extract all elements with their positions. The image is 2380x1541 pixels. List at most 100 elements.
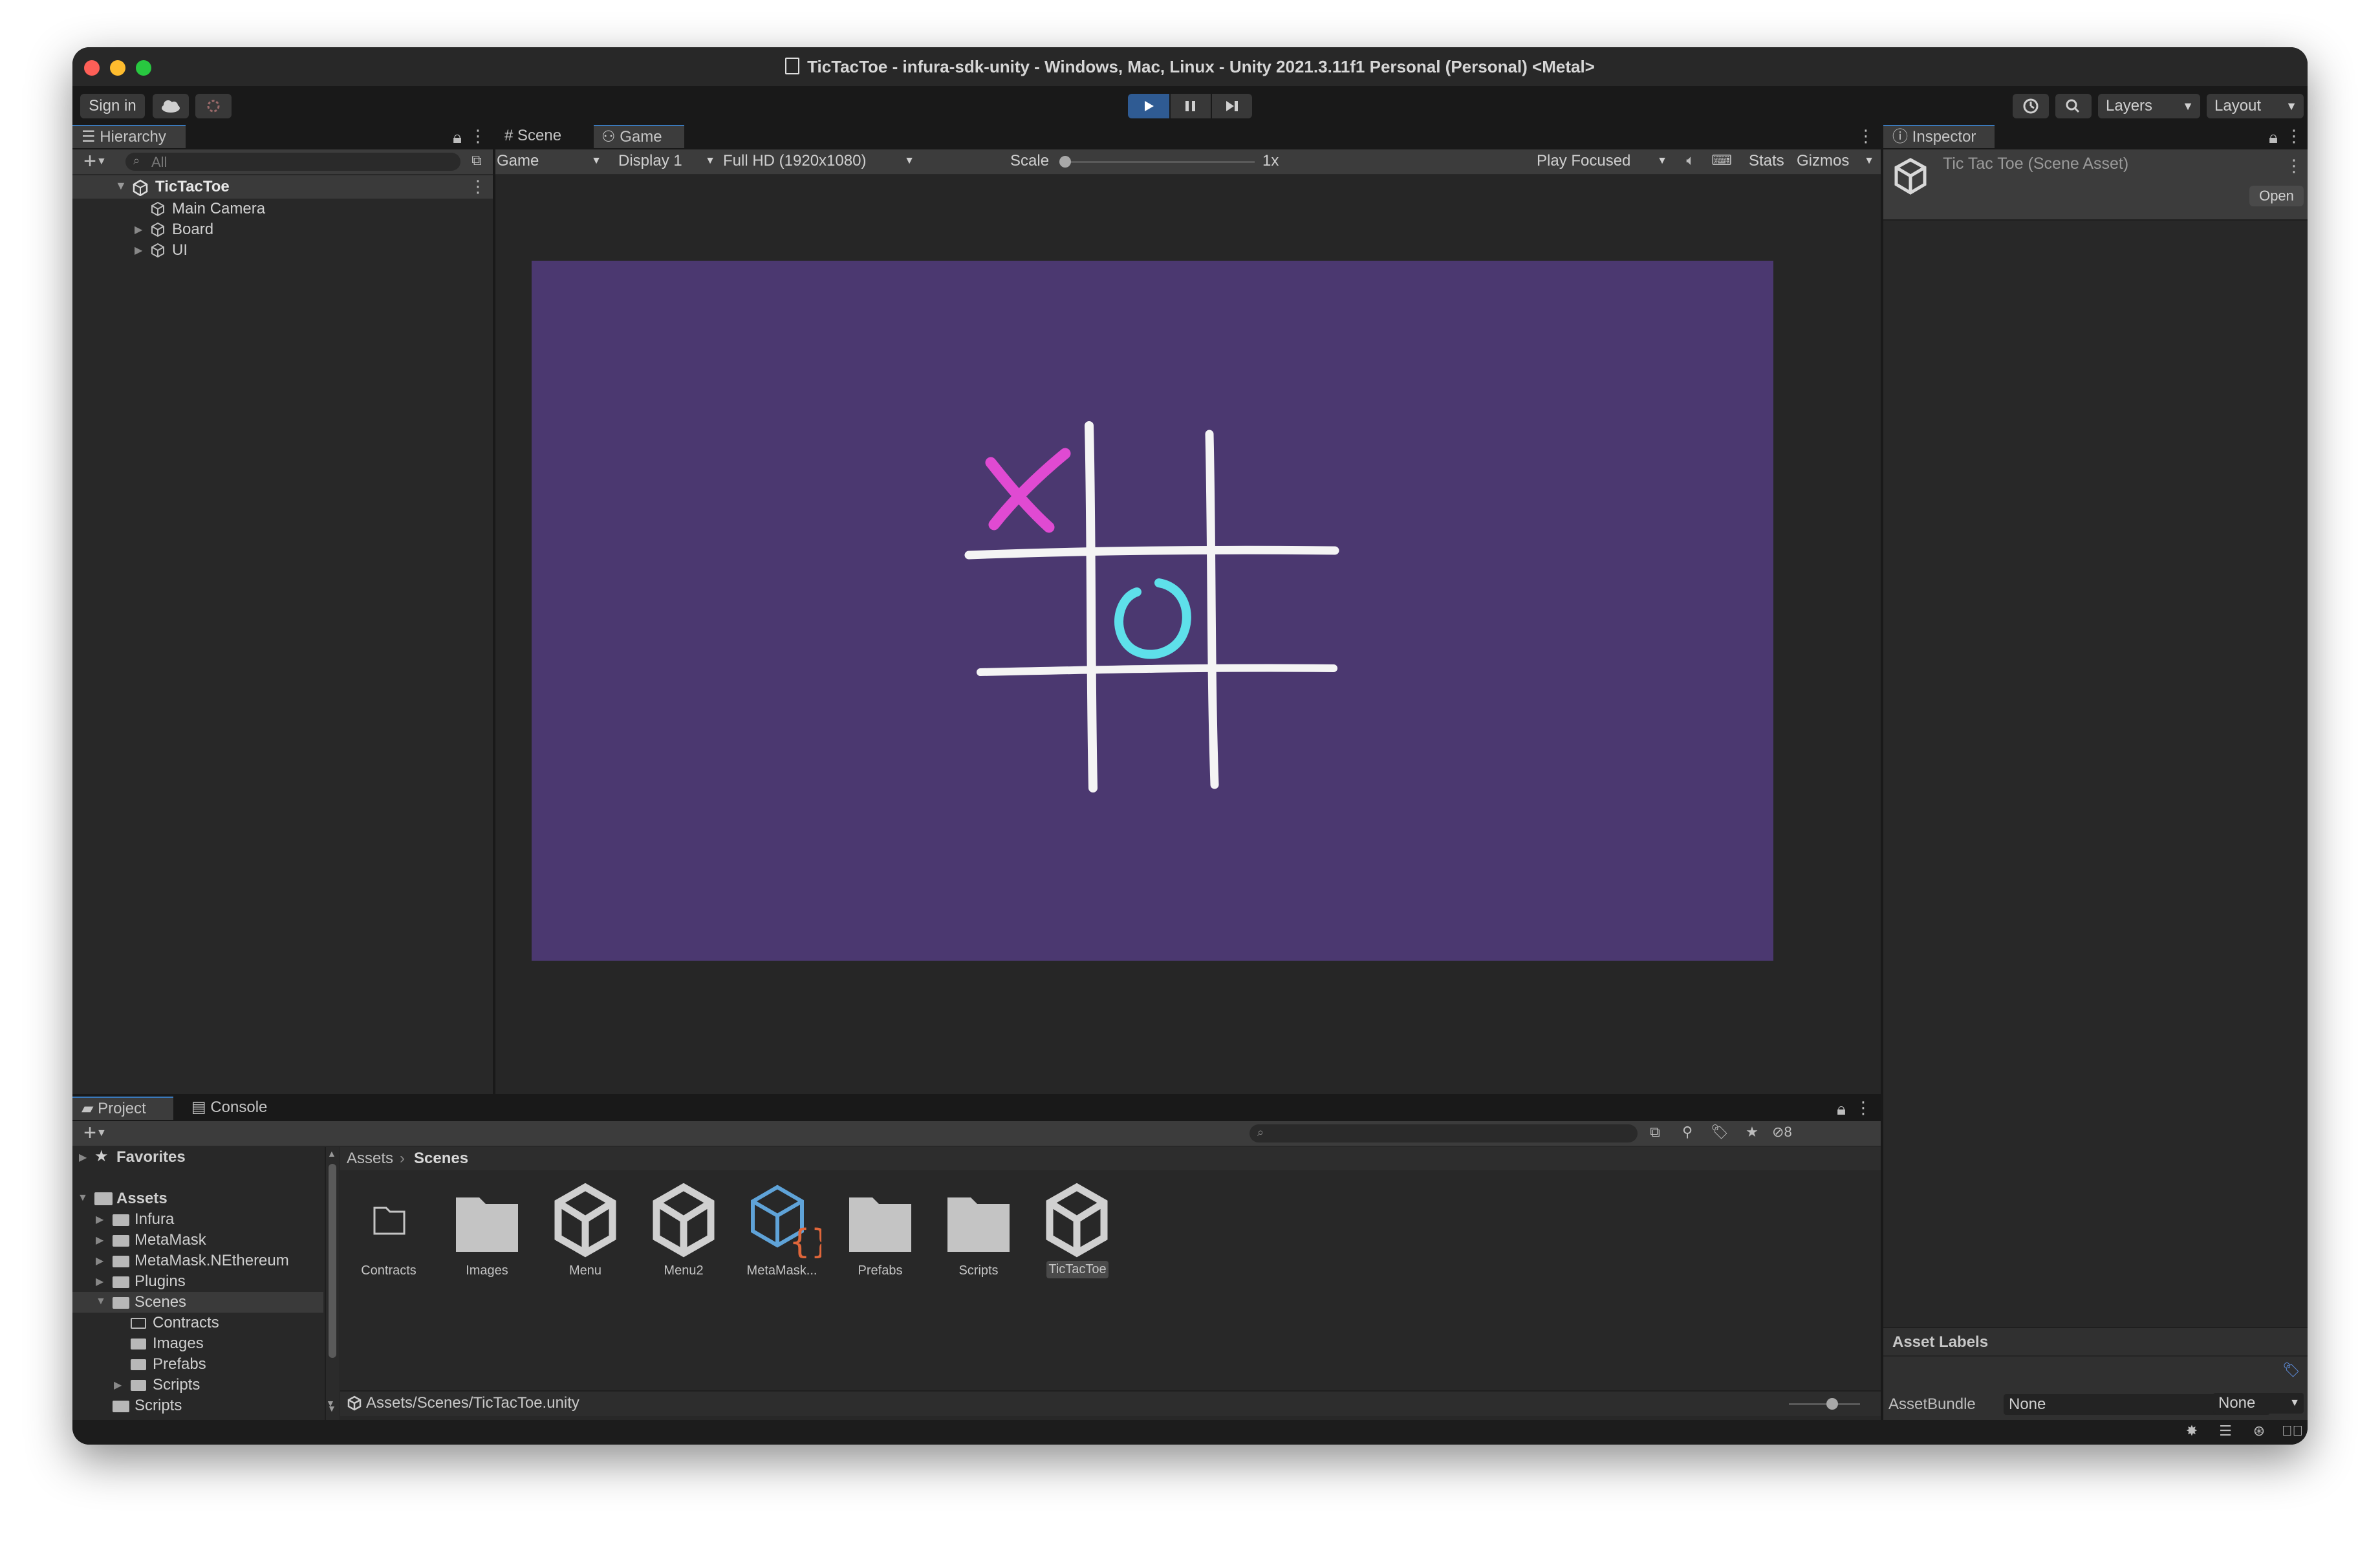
progress-icon[interactable]: ⊛ [2249, 1423, 2269, 1439]
more-menu-icon[interactable]: ⋮ [468, 177, 488, 197]
asset-title: Tic Tac Toe (Scene Asset) [1943, 155, 2129, 173]
hierarchy-item-board[interactable]: ▶ Board [72, 219, 493, 240]
scale-slider[interactable] [1063, 161, 1255, 163]
keyboard-icon[interactable]: ⌨︎ [1710, 152, 1733, 169]
hierarchy-item-label: Main Camera [172, 200, 266, 217]
gizmos-dropdown[interactable]: Gizmos ▼ [1797, 151, 1878, 171]
hierarchy-item-ui[interactable]: ▶ UI [72, 240, 493, 261]
hidden-packages-toggle[interactable]: ⊘8 [1772, 1124, 1811, 1143]
history-button[interactable] [2013, 94, 2049, 118]
asset-menu2[interactable]: Menu2 [635, 1183, 732, 1300]
lock-icon[interactable]: 🔒︎ [1832, 1099, 1851, 1120]
collab-button[interactable] [195, 94, 232, 118]
game-toolbar: Game ▼ Display 1 ▼ Full HD (1920x1080) ▼ Sc… [495, 149, 1881, 174]
lock-icon[interactable]: 🔒︎ [448, 127, 467, 148]
game-mode-dropdown[interactable]: Game ▼ [497, 151, 608, 171]
tab-inspector[interactable]: ⓘ Inspector [1883, 125, 1995, 148]
unity-scene-icon [653, 1183, 715, 1258]
play-button[interactable] [1128, 94, 1169, 118]
expand-arrow-icon[interactable]: ▶ [135, 223, 142, 236]
create-asset-button[interactable]: +▼ [79, 1122, 111, 1144]
tree-scrollbar[interactable]: ▲ ▼ [325, 1147, 339, 1420]
asset-tictactoe[interactable]: TicTacToe [1028, 1183, 1125, 1300]
hierarchy-item-main-camera[interactable]: Main Camera [72, 199, 493, 219]
layers-label: Layers [2106, 97, 2153, 115]
mute-audio-icon[interactable]: 🔈︎ [1679, 152, 1702, 169]
play-focused-dropdown[interactable]: Play Focused ▼ [1537, 151, 1672, 171]
tree-item-metamask[interactable]: ▶ MetaMask [72, 1230, 323, 1251]
tree-item-scenes-scripts[interactable]: ▶ Scripts [72, 1375, 323, 1395]
more-menu-icon[interactable]: ⋮ [2284, 126, 2304, 146]
scene-search-icon[interactable]: ⧉ [467, 152, 486, 169]
label-tag-icon[interactable]: 🏷︎ [2282, 1362, 2301, 1379]
tree-item-plugins[interactable]: ▶ Plugins [72, 1271, 323, 1292]
tree-item-images[interactable]: Images [72, 1333, 323, 1354]
search-by-type-icon[interactable]: ⧉ [1644, 1124, 1666, 1141]
layers-dropdown[interactable]: Layers ▼ [2098, 94, 2200, 118]
asset-metamask[interactable]: {} MetaMask... [733, 1183, 830, 1300]
tree-item-metamask-nethereum[interactable]: ▶ MetaMask.NEthereum [72, 1251, 323, 1271]
icon-size-slider[interactable] [1789, 1403, 1860, 1405]
check-circle-icon[interactable]: ✓⃝ [2282, 1423, 2303, 1439]
assets-row[interactable]: ▼ Assets [72, 1188, 323, 1209]
asset-scripts[interactable]: Scripts [930, 1183, 1027, 1300]
asset-bundle-variant-select[interactable]: None ▼ [2213, 1393, 2304, 1414]
add-object-button[interactable]: +▼ [79, 150, 111, 172]
debug-bug-icon[interactable]: ✸ [2182, 1423, 2202, 1439]
search-button[interactable] [2055, 94, 2092, 118]
tree-item-contracts[interactable]: Contracts [72, 1313, 323, 1333]
project-tabstrip: ▰ Project ▤ Console 🔒︎ ⋮ [72, 1097, 1881, 1121]
scroll-down-icon[interactable]: ▼ [326, 1398, 335, 1408]
project-tree: ▶ ★ Favorites ▼ Assets ▶ Infura ▶ MetaMa… [72, 1147, 323, 1420]
game-viewport[interactable] [495, 175, 1881, 1094]
label-filter-icon[interactable]: 🏷︎ [1709, 1124, 1731, 1141]
more-menu-icon[interactable]: ⋮ [468, 126, 488, 146]
tree-item-scripts[interactable]: Scripts [72, 1395, 323, 1416]
resolution-dropdown[interactable]: Full HD (1920x1080) ▼ [723, 151, 921, 171]
scale-slider-handle[interactable] [1059, 156, 1071, 168]
cloud-button[interactable] [153, 94, 189, 118]
hierarchy-panel: ☰ Hierarchy 🔒︎ ⋮ +▼ ⌕ All ⧉ ▼ TicTacToe … [72, 125, 493, 1094]
tree-item-infura[interactable]: ▶ Infura [72, 1209, 323, 1230]
asset-contracts[interactable]: Contracts [340, 1183, 437, 1300]
tab-scene[interactable]: # Scene [495, 125, 592, 148]
hierarchy-search-input[interactable]: ⌕ All [125, 153, 460, 171]
expand-arrow-icon: ▼ [115, 179, 127, 192]
pause-button[interactable] [1171, 94, 1211, 118]
display-dropdown[interactable]: Display 1 ▼ [618, 151, 722, 171]
tree-item-scenes[interactable]: ▼ Scenes [72, 1292, 323, 1313]
sign-in-button[interactable]: Sign in [80, 94, 145, 118]
tree-item-prefabs[interactable]: Prefabs [72, 1354, 323, 1375]
asset-images[interactable]: Images [438, 1183, 536, 1300]
more-menu-icon[interactable]: ⋮ [1856, 126, 1876, 146]
breadcrumb-assets[interactable]: Assets [347, 1150, 393, 1168]
icon-size-slider-handle[interactable] [1826, 1398, 1838, 1410]
stack-icon[interactable]: ☰ [2216, 1423, 2235, 1439]
tab-project[interactable]: ▰ Project [72, 1097, 173, 1120]
expand-arrow-icon[interactable]: ▶ [135, 244, 142, 257]
tree-item-label: MetaMask.NEthereum [135, 1252, 289, 1269]
open-button[interactable]: Open [2249, 186, 2304, 206]
unity-scene-icon [1046, 1183, 1108, 1258]
tab-console[interactable]: ▤ Console [182, 1097, 286, 1120]
favorites-row[interactable]: ▶ ★ Favorites [72, 1147, 323, 1168]
filter-by-type-icon[interactable]: ⚲ [1676, 1124, 1698, 1141]
expand-arrow-icon: ▶ [114, 1380, 122, 1391]
tab-game[interactable]: ⚇ Game [594, 125, 684, 148]
project-search-input[interactable]: ⌕ [1250, 1124, 1638, 1142]
more-menu-icon[interactable]: ⋮ [1854, 1098, 1873, 1118]
asset-menu[interactable]: Menu [537, 1183, 634, 1300]
stats-button[interactable]: Stats [1749, 151, 1784, 171]
breadcrumb-scenes[interactable]: Scenes [414, 1150, 468, 1168]
favorite-star-icon[interactable]: ★ [1741, 1124, 1763, 1141]
scroll-up-icon[interactable]: ▲ [327, 1148, 336, 1159]
step-button[interactable] [1212, 94, 1252, 118]
tab-hierarchy[interactable]: ☰ Hierarchy [72, 125, 186, 148]
more-menu-icon[interactable]: ⋮ [2284, 156, 2304, 176]
scene-row[interactable]: ▼ TicTacToe ⋮ [72, 175, 493, 199]
inspector-tabstrip: ⓘ Inspector 🔒︎ ⋮ [1883, 125, 2308, 149]
asset-prefabs[interactable]: Prefabs [832, 1183, 929, 1300]
lock-icon[interactable]: 🔒︎ [2264, 127, 2283, 148]
layout-dropdown[interactable]: Layout ▼ [2207, 94, 2304, 118]
scrollbar-thumb[interactable] [329, 1164, 336, 1358]
